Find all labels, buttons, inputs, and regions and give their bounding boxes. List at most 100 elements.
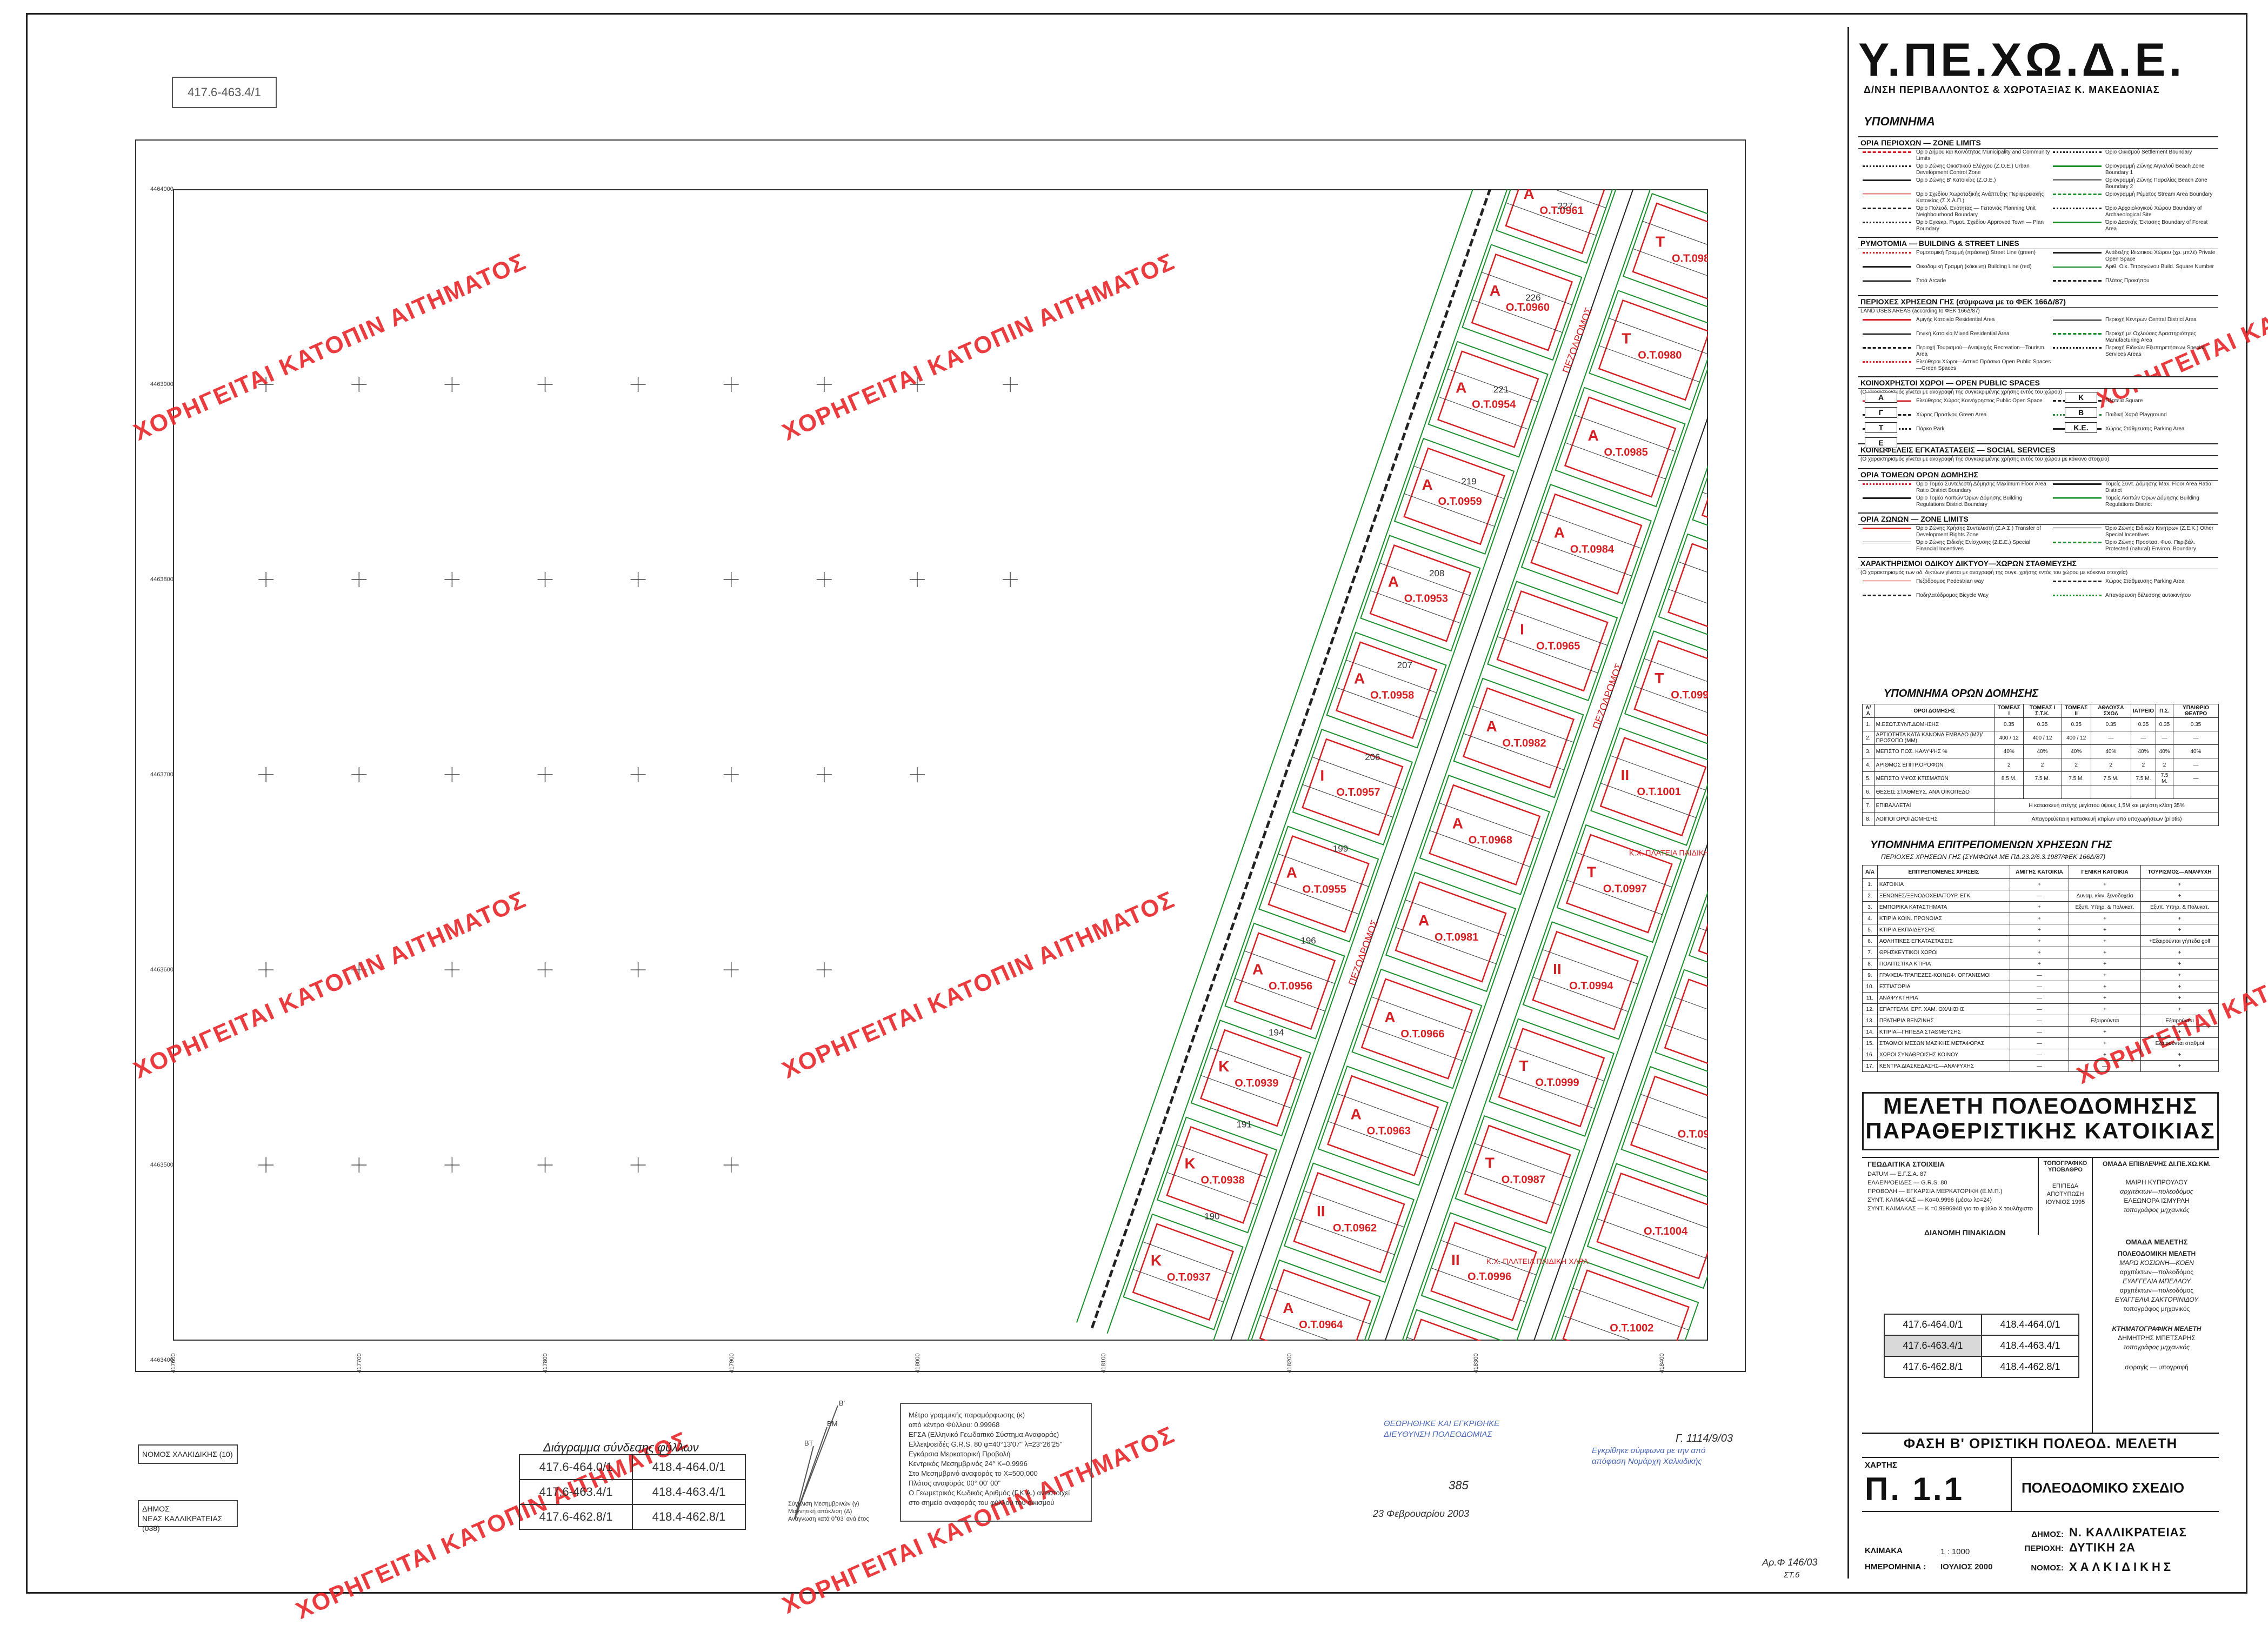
sheet-cell-current[interactable]: 417.6-463.4/1 bbox=[1884, 1335, 1982, 1357]
map-title: ΠΟΛΕΟΔΟΜΙΚΟ ΣΧΕΔΙΟ bbox=[2022, 1480, 2185, 1496]
zone-label: A bbox=[1588, 427, 1599, 444]
block-number-label: Ο.Τ.1001 bbox=[1637, 786, 1681, 798]
column-header: ΤΟΜΕΑΣ I Σ.Τ.Κ. bbox=[2023, 704, 2062, 718]
table-row: 3. ΕΜΠΟΡΙΚΑ ΚΑΤΑΣΤΗΜΑΤΑ + Εξυπ. Υπηρ. & Πολ… bbox=[1862, 901, 2219, 913]
table-cell: 2 bbox=[2023, 758, 2062, 772]
table-cell: + bbox=[2140, 969, 2219, 981]
table-cell: 5. bbox=[1862, 924, 1878, 936]
northing-tick-label: 4463800 bbox=[150, 576, 174, 583]
table-cell: + bbox=[2140, 958, 2219, 970]
block-number-label: Ο.Τ.0965 bbox=[1536, 641, 1580, 652]
geodetic-item: ΠΡΟΒΟΛΗ — ΕΓΚΑΡΣΙΑ ΜΕΡΚΑΤΟΡΙΚΗ (Ε.Μ.Π.) bbox=[1867, 1188, 2003, 1195]
prefecture-label: ΝΟΜΟΣ: bbox=[2031, 1563, 2064, 1573]
square-label: Κ.Χ. ΠΛΑΤΕΙΑ ΠΑΙΔΙΚΗ ΧΑΡΑ bbox=[1629, 849, 1708, 857]
table-cell: + bbox=[2140, 992, 2219, 1004]
table-cell: ΕΠΑΓΓΕΛΜ. ΕΡΓ. ΧΑΜ. ΟΧΛΗΣΗΣ bbox=[1877, 1003, 2010, 1015]
table-row: 417.6-463.4/1 418.4-463.4/1 bbox=[1884, 1335, 2079, 1357]
municipality-label: ΔΗΜΟΣ: bbox=[2031, 1530, 2064, 1539]
sheet-index-cell[interactable]: 417.6-464.0/1 bbox=[519, 1454, 633, 1480]
table-cell: 0.35 bbox=[2061, 717, 2091, 731]
approval-text-2: απόφαση Νομάρχη Χαλκιδικής bbox=[1592, 1457, 1702, 1466]
legend-symbol bbox=[2053, 333, 2102, 339]
geodetic-item: ΣΥΝΤ. ΚΛΙΜΑΚΑΣ — Κ =0.9996948 για το φύλ… bbox=[1867, 1206, 2033, 1212]
block-number-label: Ο.Τ.0960 bbox=[1506, 302, 1550, 314]
sheet-index-cell[interactable]: 418.4-463.4/1 bbox=[632, 1479, 746, 1505]
sheet-index-cell[interactable]: 418.4-462.8/1 bbox=[632, 1504, 746, 1530]
table-cell: + bbox=[2068, 878, 2142, 890]
table-cell: 2 bbox=[2061, 758, 2091, 772]
legend-item-label: Όριο Εγκεκρ. Ρυμοτ. Σχεδίου Approved Tow… bbox=[1916, 219, 2044, 232]
geodetic-note-box: Μέτρο γραμμικής παραμόρφωσης (κ) από κέντ… bbox=[900, 1403, 1092, 1522]
table-row: 417.6-462.8/1 418.4-462.8/1 bbox=[519, 1504, 746, 1530]
zone-label: A bbox=[1351, 1106, 1362, 1123]
block-number-label: Ο.Τ.0956 bbox=[1269, 981, 1312, 993]
table-cell: 7.5 Μ. bbox=[2090, 771, 2131, 785]
table-cell: — bbox=[2009, 969, 2069, 981]
section-title-text: ΚΟΙΝΟΧΡΗΣΤΟΙ ΧΩΡΟΙ — OPEN PUBLIC SPACES bbox=[1860, 378, 2040, 387]
sheet-cell[interactable]: 418.4-464.0/1 bbox=[1981, 1314, 2079, 1336]
sheet-cell[interactable]: 417.6-462.8/1 bbox=[1884, 1356, 1982, 1378]
sheet-index-cell-current[interactable]: 417.6-463.4/1 bbox=[519, 1479, 633, 1505]
map-number: Π. 1.1 bbox=[1865, 1471, 1965, 1507]
table-cell: Εξυπ. Υπηρ. & Πολυκατ. bbox=[2068, 901, 2142, 913]
zone-label: K bbox=[1218, 1058, 1229, 1075]
sheet-index-cell[interactable]: 418.4-464.0/1 bbox=[632, 1454, 746, 1480]
table-cell: ΚΤΙΡΙΑ—ΓΗΠΕΔΑ ΣΤΑΘΜΕΥΣΗΣ bbox=[1877, 1026, 2010, 1038]
sheet-index-title: Διάγραμμα σύνδεσης φύλλων bbox=[543, 1441, 699, 1454]
lot-number-label: 207 bbox=[1397, 660, 1412, 670]
table-cell: ΑΘΛΗΤΙΚΕΣ ΕΓΚΑΤΑΣΤΑΣΕΙΣ bbox=[1877, 935, 2010, 947]
approval-stamp-1: ΘΕΩΡΗΘΗΚΕ ΚΑΙ ΕΓΚΡΙΘΗΚΕ bbox=[1384, 1419, 1500, 1428]
block-number-label: Ο.Τ.0938 bbox=[1201, 1174, 1245, 1186]
table-cell: 7.5 Μ. bbox=[2061, 771, 2091, 785]
zone-label: II bbox=[1317, 1203, 1325, 1220]
legend-item-label: Οριογραμμή Ζώνης Αιγιαλού Beach Zone Bou… bbox=[2105, 163, 2205, 176]
table-cell: 40% bbox=[1994, 744, 2024, 758]
table-row: 417.6-464.0/1 418.4-464.0/1 bbox=[519, 1454, 746, 1480]
table-cell: — bbox=[2068, 1060, 2142, 1072]
sheet-index-cell[interactable]: 417.6-462.8/1 bbox=[519, 1504, 633, 1530]
zone-key-box: T bbox=[1865, 422, 1897, 433]
block-number-label: Ο.Τ.0995 bbox=[1671, 689, 1708, 701]
legend-symbol bbox=[1863, 483, 1911, 489]
table-cell: 40% bbox=[2173, 744, 2219, 758]
column-header: ΤΟΜΕΑΣ Ι bbox=[1994, 704, 2024, 718]
block-number-label: Ο.Τ.0982 bbox=[1502, 737, 1546, 749]
geodetic-note-line: από κέντρο Φύλλου: 0.99968 bbox=[909, 1421, 1000, 1429]
table-cell: ΠΟΛΙΤΙΣΤΙΚΑ ΚΤΙΡΙΑ bbox=[1877, 958, 2010, 970]
zone-label: A bbox=[1286, 864, 1297, 881]
table-cell: 2 bbox=[2130, 758, 2157, 772]
legend-symbol bbox=[2053, 280, 2102, 286]
legend-item-label: Όριο Σχεδίου Χωροταξικής Ανάπτυξης Περιφ… bbox=[1916, 191, 2044, 204]
building-line bbox=[1701, 446, 1708, 546]
table-cell: 0.35 bbox=[1994, 717, 2024, 731]
table-cell: ΓΡΑΦΕΙΑ-ΤΡΑΠΕΖΕΣ-ΚΟΙΝΩΦ. ΟΡΓΑΝΙΣΜΟΙ bbox=[1877, 969, 2010, 981]
block-number-label: Ο.Τ.0959 bbox=[1438, 496, 1482, 508]
section-subtitle: (Ο χαρακτηρισμός γίνεται με αναγραφή της… bbox=[1860, 456, 2110, 462]
lot-number-label: 208 bbox=[1429, 568, 1444, 578]
sheet-cell[interactable]: 418.4-463.4/1 bbox=[1981, 1335, 2079, 1357]
table-cell: + bbox=[2068, 1049, 2142, 1061]
legend-symbol bbox=[1863, 595, 1911, 601]
legend-item-label: Χώρος Πρασίνου Green Area bbox=[1916, 412, 1987, 418]
legend-symbol bbox=[1863, 208, 1911, 214]
block-number-label: Ο.Τ.0957 bbox=[1336, 787, 1380, 798]
table-cell bbox=[2023, 785, 2062, 799]
date-label: ΗΜΕΡΟΜΗΝΙΑ : bbox=[1865, 1562, 1926, 1571]
column-header: ΟΡΟΙ ΔΟΜΗΣΗΣ bbox=[1873, 704, 1996, 718]
northing-tick-label: 4463600 bbox=[150, 967, 174, 974]
section-subtitle: (Ο χαρακτηρισμός των οδ. δικτύων γίνεται… bbox=[1860, 570, 2128, 576]
column-header: ΤΟΜΕΑΣ II bbox=[2061, 704, 2091, 718]
table-cell: — bbox=[2009, 1049, 2069, 1061]
table-row: 417.6-462.8/1 418.4-462.8/1 bbox=[1884, 1356, 2079, 1378]
legend-symbol bbox=[2053, 266, 2102, 272]
north-note: Ανάγνωση κατά 0°03' ανά έτος bbox=[788, 1516, 869, 1522]
table-cell bbox=[1994, 785, 2024, 799]
study-title-line1: ΜΕΛΕΤΗ ΠΟΛΕΟΔΟΜΗΣΗΣ bbox=[1883, 1093, 2198, 1118]
lot-number-label: 206 bbox=[1365, 752, 1380, 762]
table-cell: 0.35 bbox=[2023, 717, 2062, 731]
table-cell: 7. bbox=[1862, 798, 1875, 812]
table-header-row: Α/Α ΟΡΟΙ ΔΟΜΗΣΗΣ ΤΟΜΕΑΣ Ι ΤΟΜΕΑΣ I Σ.Τ.Κ. ΤΟ… bbox=[1862, 704, 2219, 718]
sheet-cell[interactable]: 418.4-462.8/1 bbox=[1981, 1356, 2079, 1378]
column-header: ΥΠΑΙΘΡΙΟ ΘΕΑΤΡΟ bbox=[2173, 704, 2219, 718]
sheet-cell[interactable]: 417.6-464.0/1 bbox=[1884, 1314, 1982, 1336]
